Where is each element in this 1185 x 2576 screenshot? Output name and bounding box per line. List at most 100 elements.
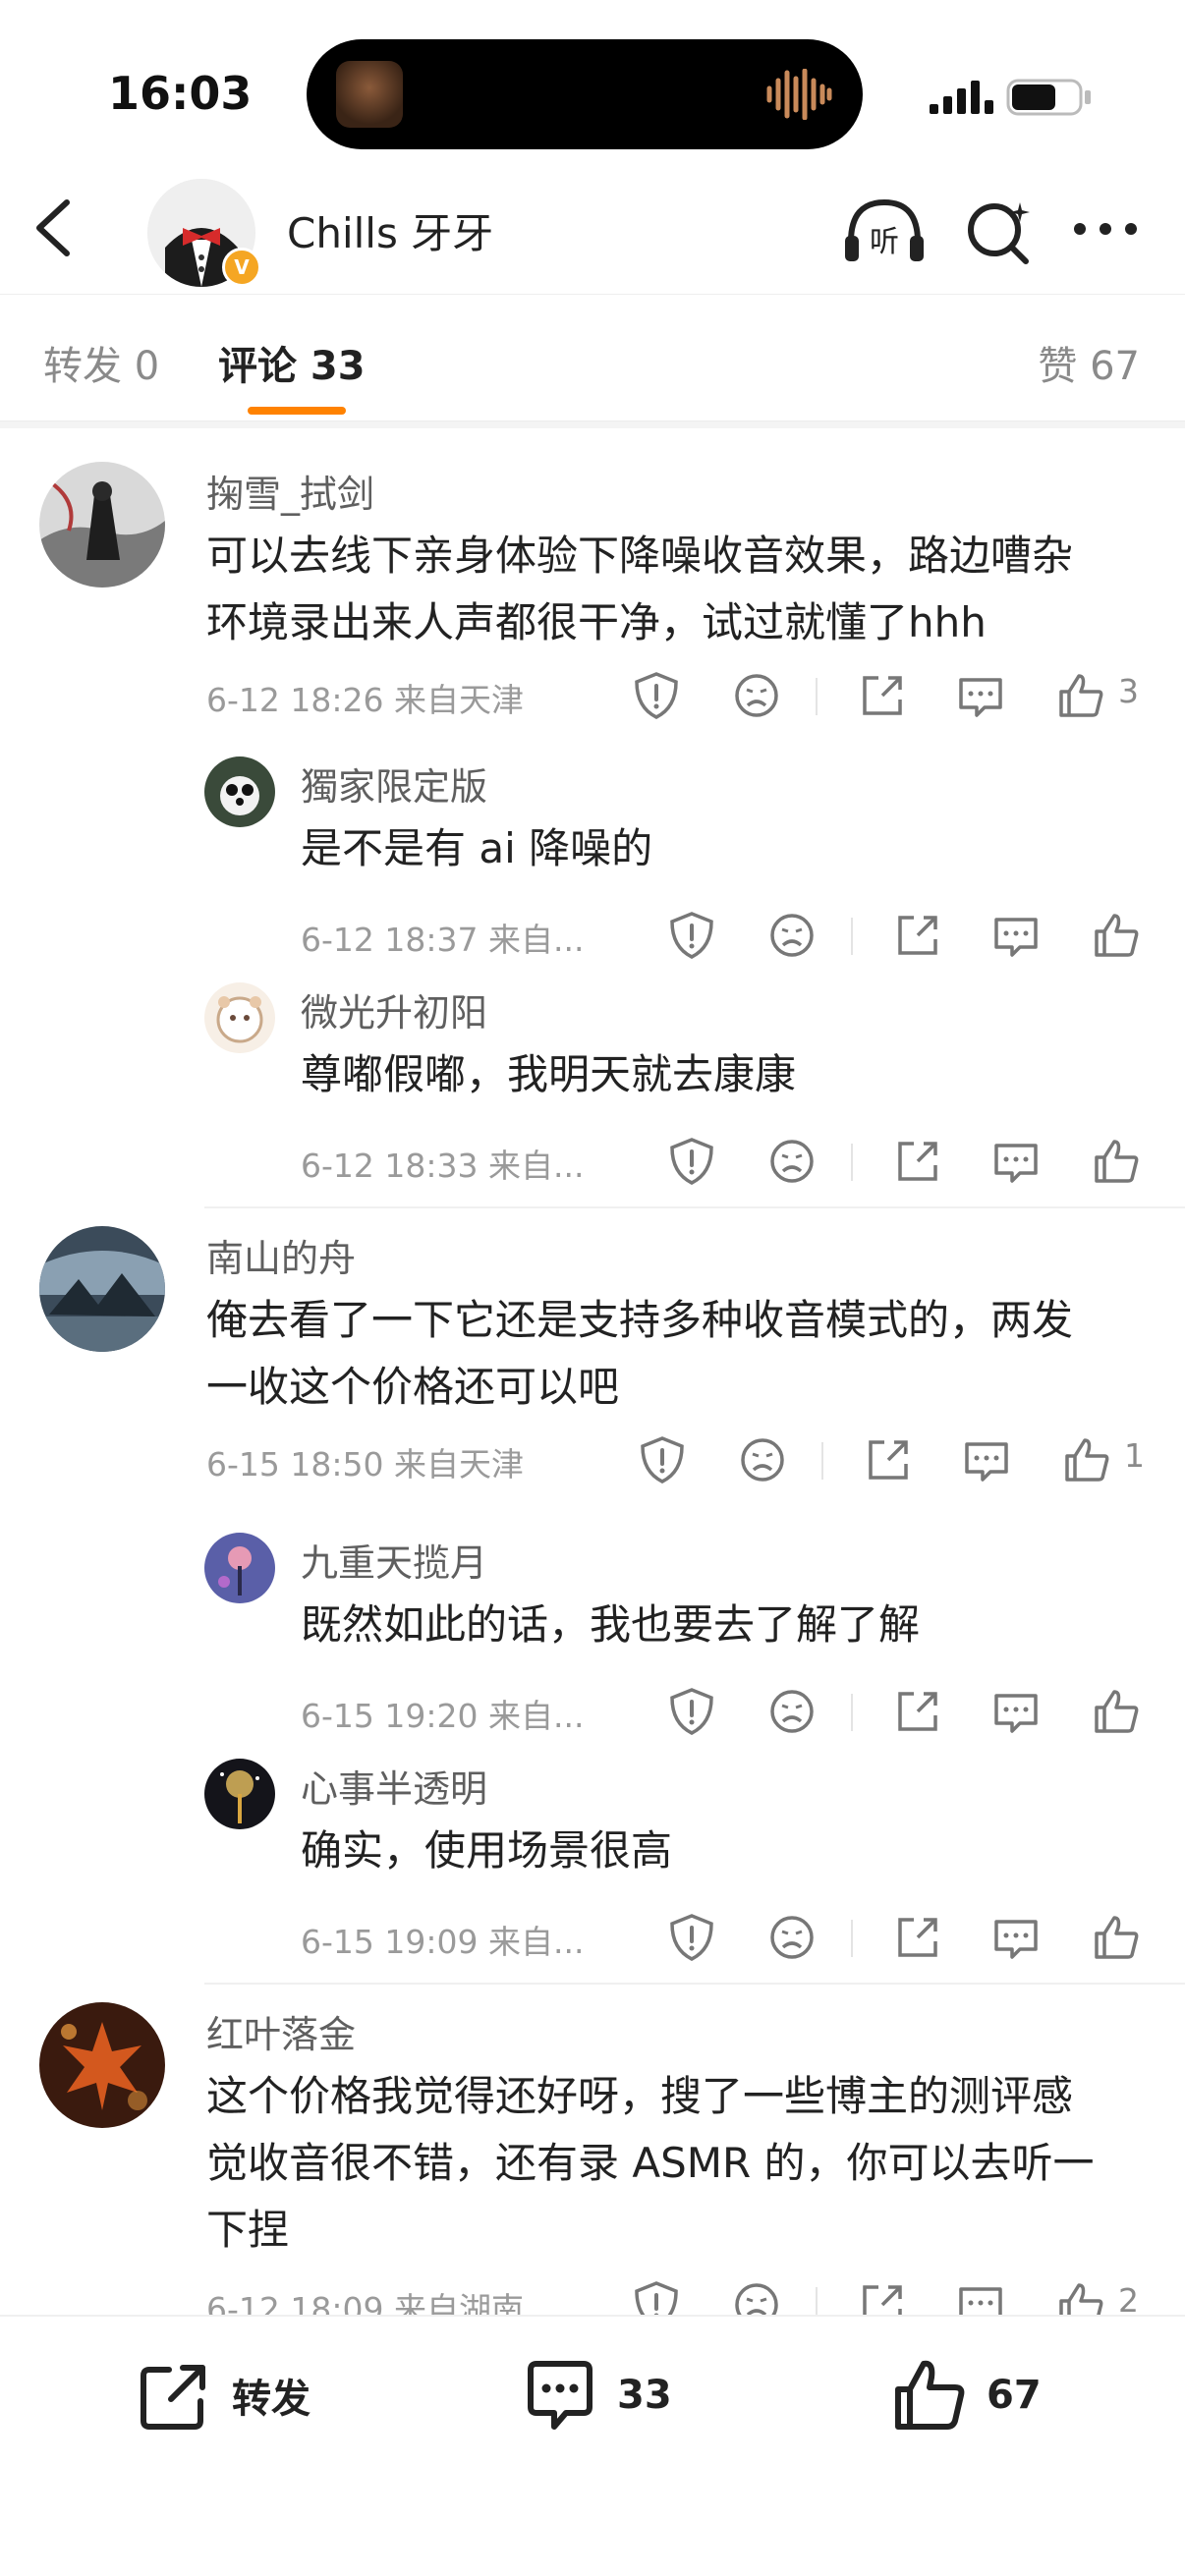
like-icon[interactable]: [1059, 1432, 1114, 1487]
reply-icon[interactable]: [953, 668, 1008, 723]
comment-divider: [204, 1983, 1185, 1985]
comment-list[interactable]: 掬雪_拭剑 可以去线下亲身体验下降噪收音效果，路边嘈杂 环境录出来人声都很干净，…: [0, 428, 1185, 2315]
now-playing-artwork: [336, 61, 403, 128]
commenter-name[interactable]: 掬雪_拭剑: [206, 464, 374, 518]
reply-actions: [664, 1134, 1175, 1193]
active-tab-indicator: [248, 407, 346, 415]
dislike-face-icon[interactable]: [764, 1134, 819, 1189]
action-separator: [851, 1694, 853, 1731]
reply-avatar[interactable]: [204, 1533, 275, 1603]
report-icon[interactable]: [664, 1134, 719, 1189]
report-icon[interactable]: [664, 1684, 719, 1739]
like-icon[interactable]: [1089, 1134, 1144, 1189]
commenter-avatar[interactable]: [39, 462, 165, 588]
like-icon[interactable]: [1089, 908, 1144, 963]
comment-meta: 6-12 18:09 来自湖南: [206, 2290, 524, 2315]
more-options-icon[interactable]: [1071, 214, 1140, 244]
listen-headphones-icon[interactable]: 听: [843, 196, 926, 265]
bottom-action-bar: 转发 33 67: [0, 2315, 1185, 2576]
share-icon[interactable]: [855, 2277, 910, 2315]
search-icon[interactable]: [963, 196, 1034, 267]
report-icon[interactable]: [635, 1432, 690, 1487]
audio-waveform-icon: [766, 69, 832, 120]
comment-button[interactable]: 33: [521, 2356, 672, 2435]
like-count: 2: [1118, 2281, 1139, 2315]
reply-icon[interactable]: [988, 1910, 1044, 1965]
like-count: 1: [1124, 1436, 1145, 1475]
like-icon[interactable]: [1089, 1910, 1144, 1965]
listen-label: 听: [870, 225, 899, 259]
reply-actions: [664, 1684, 1175, 1743]
report-icon[interactable]: [629, 2277, 684, 2315]
dynamic-island[interactable]: [307, 39, 863, 149]
like-icon[interactable]: [1053, 2277, 1108, 2315]
reply-name[interactable]: 心事半透明: [301, 1759, 487, 1813]
back-arrow-icon[interactable]: [29, 198, 79, 257]
report-icon[interactable]: [664, 908, 719, 963]
reply-meta: 6-15 19:20 来自...: [301, 1697, 585, 1735]
reply-avatar[interactable]: [204, 982, 275, 1053]
comment-text: 这个价格我觉得还好呀，搜了一些博主的测评感 觉收音很不错，还有录 ASMR 的，…: [206, 2063, 1095, 2264]
post-tabs: 转发 0 评论 33 赞 67: [0, 295, 1185, 422]
share-icon[interactable]: [890, 1134, 945, 1189]
reply-icon[interactable]: [953, 2277, 1008, 2315]
commenter-avatar[interactable]: [39, 2002, 165, 2128]
dislike-face-icon[interactable]: [764, 1910, 819, 1965]
repost-share-icon: [141, 2365, 205, 2430]
action-separator: [851, 1144, 853, 1181]
comment-text: 俺去看了一下它还是支持多种收音模式的，两发 一收这个价格还可以吧: [206, 1287, 1073, 1421]
reply-text: 确实，使用场景很高: [301, 1826, 673, 1875]
share-icon[interactable]: [855, 668, 910, 723]
comment-line: 环境录出来人声都很干净，试过就懂了hhh: [206, 598, 987, 646]
share-icon[interactable]: [861, 1432, 916, 1487]
comment-bubble-icon: [528, 2361, 592, 2430]
status-time: 16:03: [108, 67, 253, 120]
tab-comment[interactable]: 评论 33: [218, 334, 366, 391]
reply-name[interactable]: 微光升初阳: [301, 982, 487, 1036]
like-icon[interactable]: [1053, 668, 1108, 723]
commenter-name[interactable]: 南山的舟: [206, 1228, 356, 1282]
comment-line: 觉收音很不错，还有录 ASMR 的，你可以去听一: [206, 2139, 1095, 2187]
reply-avatar[interactable]: [204, 756, 275, 827]
comment-count: 33: [617, 2373, 672, 2418]
dislike-face-icon[interactable]: [764, 1684, 819, 1739]
report-icon[interactable]: [629, 668, 684, 723]
like-icon[interactable]: [1089, 1684, 1144, 1739]
action-separator: [816, 2287, 818, 2315]
comment-divider: [204, 1206, 1185, 1208]
like-button[interactable]: 67: [890, 2356, 1042, 2435]
tab-like[interactable]: 赞 67: [1038, 334, 1140, 391]
reply-name[interactable]: 獨家限定版: [301, 756, 487, 811]
reply-icon[interactable]: [988, 1134, 1044, 1189]
comment-line: 一收这个价格还可以吧: [206, 1363, 620, 1411]
reply-name[interactable]: 九重天揽月: [301, 1533, 487, 1587]
repost-button[interactable]: 转发: [136, 2356, 310, 2435]
comment-line: 可以去线下亲身体验下降噪收音效果，路边嘈杂: [206, 532, 1074, 580]
reply-icon[interactable]: [959, 1432, 1014, 1487]
reply-icon[interactable]: [988, 1684, 1044, 1739]
reply-meta: 6-12 18:33 来自...: [301, 1147, 585, 1185]
share-icon[interactable]: [890, 1684, 945, 1739]
dislike-face-icon[interactable]: [729, 668, 784, 723]
comment-meta: 6-12 18:26 来自天津: [206, 681, 524, 719]
dislike-face-icon[interactable]: [764, 908, 819, 963]
commenter-name[interactable]: 红叶落金: [206, 2004, 356, 2058]
status-bar: 16:03: [0, 0, 1185, 157]
reply-actions: [664, 908, 1175, 967]
tab-repost[interactable]: 转发 0: [43, 334, 159, 391]
action-separator: [821, 1442, 823, 1480]
action-separator: [851, 918, 853, 955]
dislike-face-icon[interactable]: [735, 1432, 790, 1487]
reply-avatar[interactable]: [204, 1759, 275, 1829]
dislike-face-icon[interactable]: [729, 2277, 784, 2315]
share-icon[interactable]: [890, 908, 945, 963]
action-separator: [816, 678, 818, 715]
commenter-avatar[interactable]: [39, 1226, 165, 1352]
share-icon[interactable]: [890, 1910, 945, 1965]
author-name[interactable]: Chills 牙牙: [287, 200, 493, 260]
report-icon[interactable]: [664, 1910, 719, 1965]
reply-icon[interactable]: [988, 908, 1044, 963]
reply-actions: [664, 1910, 1175, 1969]
like-count-total: 67: [987, 2373, 1042, 2418]
reply-text: 是不是有 ai 降噪的: [301, 824, 653, 872]
